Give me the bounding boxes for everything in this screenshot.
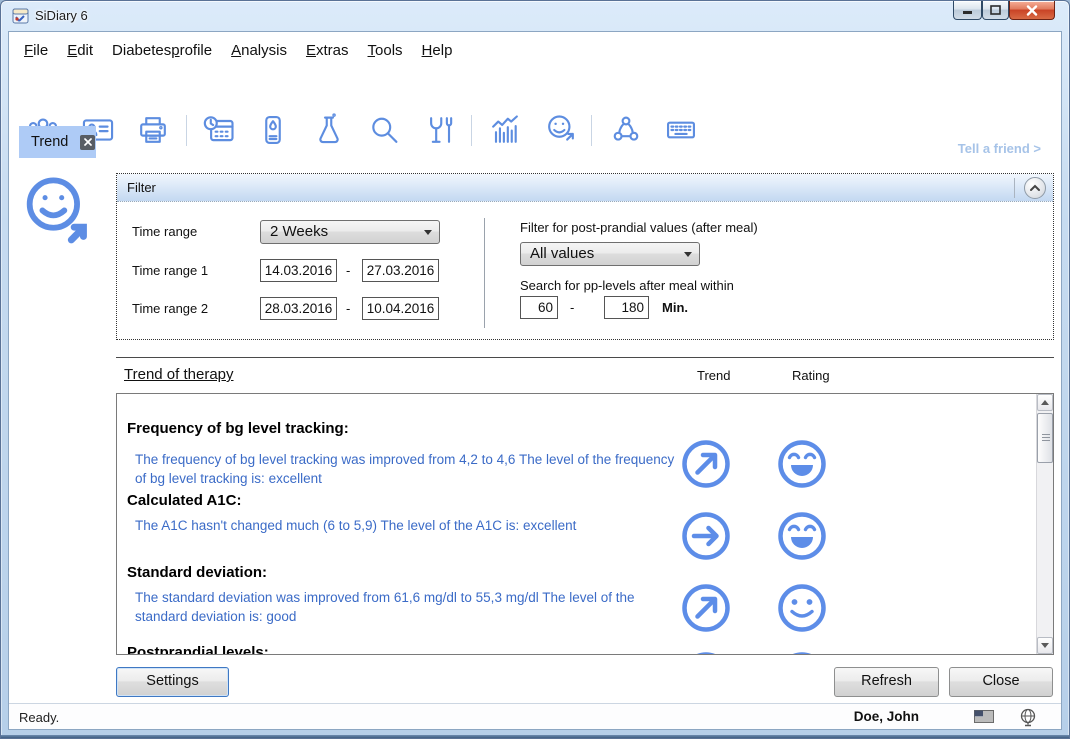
- rating-good-icon: [776, 582, 828, 634]
- row-heading: Postprandial levels:: [127, 644, 269, 655]
- time-range-label: Time range: [132, 224, 198, 239]
- app-window: SiDiary 6 File Edit Diabetesprofile Anal…: [0, 0, 1070, 739]
- row-description: The frequency of bg level tracking was i…: [135, 452, 675, 486]
- rating-excellent-icon: [776, 438, 828, 490]
- title-bar[interactable]: SiDiary 6: [1, 1, 1069, 31]
- menu-edit[interactable]: Edit: [67, 42, 93, 59]
- scroll-up-button[interactable]: [1037, 394, 1053, 411]
- time-range-1-label: Time range 1: [132, 263, 209, 278]
- arrow-down-icon: [1041, 643, 1049, 652]
- menu-bar: File Edit Diabetesprofile Analysis Extra…: [9, 32, 1061, 69]
- refresh-button[interactable]: Refresh: [834, 667, 939, 697]
- pp-to-input[interactable]: [604, 296, 649, 319]
- row-heading: Standard deviation:: [127, 564, 268, 581]
- thumb-grip-icon: [1042, 434, 1050, 442]
- rating-column-header: Rating: [792, 368, 830, 383]
- pp-filter-selected-value: All values: [530, 245, 595, 262]
- time-range-1-from-input[interactable]: [260, 259, 337, 282]
- arrow-up-icon: [1041, 396, 1049, 405]
- current-user-name: Doe, John: [853, 709, 919, 724]
- row-heading: Calculated A1C:: [127, 492, 242, 509]
- collapse-filter-button[interactable]: [1024, 177, 1046, 199]
- trend-table-title: Trend of therapy: [124, 366, 234, 383]
- chevron-up-icon: [1030, 184, 1040, 191]
- close-window-button[interactable]: [1009, 1, 1055, 20]
- minimize-button[interactable]: [953, 1, 982, 20]
- row-heading: Frequency of bg level tracking:: [127, 420, 349, 437]
- settings-button[interactable]: Settings: [116, 667, 229, 697]
- client-area: File Edit Diabetesprofile Analysis Extra…: [8, 31, 1062, 730]
- chevron-down-icon: [684, 252, 692, 261]
- scrollbar-thumb[interactable]: [1037, 413, 1053, 463]
- range-dash: -: [346, 263, 351, 278]
- pp-filter-label: Filter for post-prandial values (after m…: [520, 220, 758, 235]
- window-title: SiDiary 6: [35, 8, 88, 23]
- filter-panel: Filter Time range Time range 1 Time rang…: [116, 173, 1054, 340]
- range-dash: -: [346, 301, 351, 316]
- scroll-down-button[interactable]: [1037, 637, 1053, 654]
- filter-header-separator: [1014, 178, 1015, 198]
- rating-excellent-icon: [776, 510, 828, 562]
- menu-diabetesprofile[interactable]: Diabetesprofile: [112, 42, 212, 59]
- maximize-button[interactable]: [982, 1, 1009, 20]
- filter-panel-title: Filter: [127, 180, 156, 195]
- menu-help[interactable]: Help: [422, 42, 453, 59]
- trend-page: Filter Time range Time range 1 Time rang…: [9, 158, 1061, 703]
- pp-unit-label: Min.: [662, 300, 688, 315]
- pp-search-label: Search for pp-levels after meal within: [520, 278, 734, 293]
- tab-trend[interactable]: Trend: [19, 126, 96, 158]
- language-flag-icon[interactable]: [974, 710, 994, 723]
- close-icon: [83, 138, 92, 146]
- time-range-2-label: Time range 2: [132, 301, 209, 316]
- time-range-2-to-input[interactable]: [362, 297, 439, 320]
- tab-bar: Trend: [9, 126, 1061, 158]
- trend-page-smiley-icon: [26, 177, 87, 244]
- window-bottom-frame: [1, 735, 1069, 738]
- trend-table-body: Frequency of bg level tracking: The freq…: [116, 393, 1054, 655]
- trend-column-header: Trend: [697, 368, 731, 383]
- time-range-2-from-input[interactable]: [260, 297, 337, 320]
- time-range-1-to-input[interactable]: [362, 259, 439, 282]
- time-range-selected-value: 2 Weeks: [270, 223, 329, 240]
- tab-trend-label: Trend: [31, 134, 69, 150]
- trend-up-icon: [680, 438, 732, 490]
- filter-panel-header: Filter: [117, 174, 1053, 202]
- row-description: The A1C hasn't changed much (6 to 5,9) T…: [135, 518, 577, 533]
- row-description: The standard deviation was improved from…: [135, 590, 635, 624]
- time-range-select[interactable]: 2 Weeks: [260, 220, 440, 244]
- rating-icon-clipped: [776, 650, 828, 654]
- chevron-down-icon: [424, 230, 432, 239]
- trend-of-therapy-panel: Trend of therapy Trend Rating Frequency …: [116, 357, 1054, 655]
- online-status-globe-icon[interactable]: [1019, 708, 1037, 727]
- app-icon: [12, 8, 29, 24]
- tab-close-button[interactable]: [80, 134, 96, 150]
- menu-tools[interactable]: Tools: [368, 42, 403, 59]
- toolbar: Tell a friend >: [9, 69, 1061, 156]
- menu-analysis[interactable]: Analysis: [231, 42, 287, 59]
- trend-icon-clipped: [680, 650, 732, 654]
- vertical-scrollbar[interactable]: [1036, 394, 1053, 654]
- range-dash: -: [570, 300, 575, 315]
- close-button[interactable]: Close: [949, 667, 1053, 697]
- menu-extras[interactable]: Extras: [306, 42, 349, 59]
- trend-table-header: Trend of therapy Trend Rating: [116, 357, 1054, 393]
- trend-steady-icon: [680, 510, 732, 562]
- menu-file[interactable]: File: [24, 42, 48, 59]
- pp-filter-select[interactable]: All values: [520, 242, 700, 266]
- filter-vertical-divider: [484, 218, 485, 328]
- status-bar: Ready. Doe, John: [9, 703, 1061, 729]
- pp-from-input[interactable]: [520, 296, 558, 319]
- status-message: Ready.: [19, 710, 60, 725]
- close-icon: [1026, 4, 1038, 16]
- trend-up-icon: [680, 582, 732, 634]
